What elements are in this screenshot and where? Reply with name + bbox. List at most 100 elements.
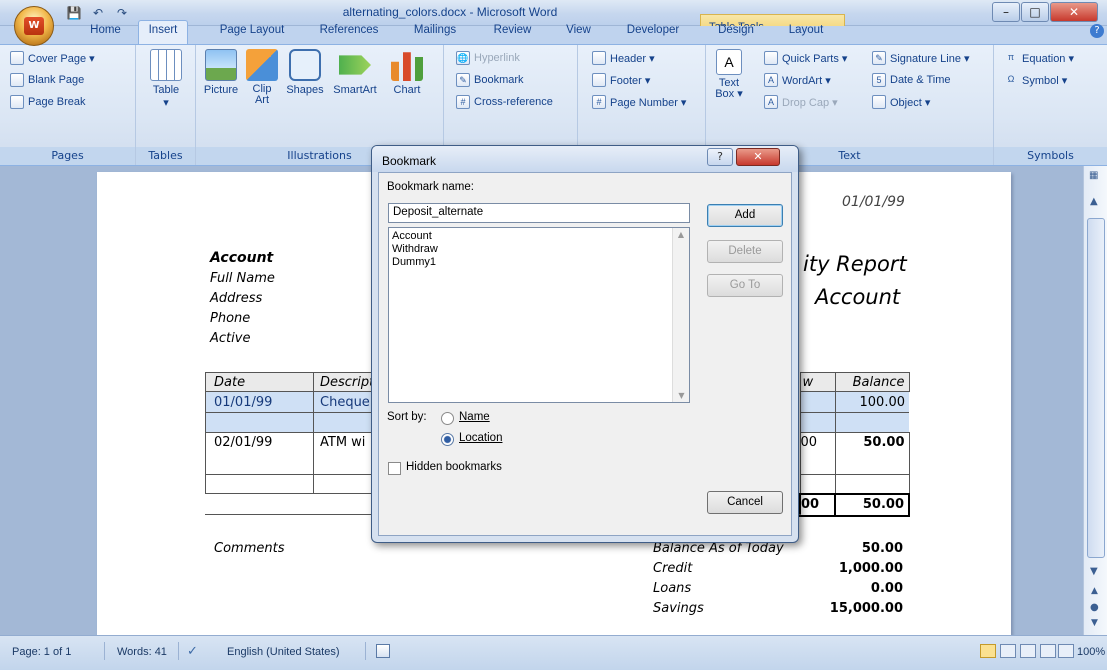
sort-name-radio[interactable] — [441, 412, 454, 425]
add-button[interactable]: Add — [707, 204, 783, 227]
clip-art-button[interactable]: Clip Art — [244, 49, 280, 106]
hyperlink-button[interactable]: 🌐 Hyperlink — [456, 51, 520, 65]
clip-art-icon — [246, 49, 278, 81]
sort-location-label[interactable]: Location — [459, 432, 502, 444]
browse-object-icon[interactable]: ● — [1090, 602, 1099, 613]
cross-reference-button[interactable]: # Cross-reference — [456, 95, 553, 109]
tab-design[interactable]: Design — [706, 21, 766, 41]
dialog-close-button[interactable]: ✕ — [736, 148, 780, 166]
wordart-icon: A — [764, 73, 778, 87]
tab-developer[interactable]: Developer — [614, 21, 692, 41]
signature-line-button[interactable]: ✎ Signature Line ▾ — [872, 51, 970, 65]
proofing-icon[interactable]: ✓ — [187, 643, 198, 659]
drop-cap-icon: A — [764, 95, 778, 109]
bookmark-list-scrollbar[interactable]: ▲ ▼ — [672, 228, 689, 402]
field-active: Active — [210, 331, 251, 346]
cancel-button[interactable]: Cancel — [707, 491, 783, 514]
equation-button[interactable]: π Equation ▾ — [1004, 51, 1074, 65]
bookmark-name-label: Bookmark name: — [387, 181, 474, 193]
smartart-icon — [339, 55, 371, 75]
summary-label-balance: Balance As of Today — [653, 541, 784, 556]
footer-button[interactable]: Footer ▾ — [592, 73, 650, 87]
cell-balance-1: 100.00 — [834, 391, 909, 413]
outline-view-icon[interactable] — [1040, 644, 1056, 658]
header-button[interactable]: Header ▾ — [592, 51, 655, 65]
wordart-button[interactable]: A WordArt ▾ — [764, 73, 831, 87]
text-box-button[interactable]: A Text Box ▾ — [710, 49, 748, 100]
scroll-up-icon[interactable]: ▲ — [1090, 196, 1098, 207]
maximize-button[interactable]: □ — [1021, 2, 1049, 22]
symbol-button[interactable]: Ω Symbol ▾ — [1004, 73, 1068, 87]
blank-page-button[interactable]: Blank Page — [10, 73, 84, 87]
scrollbar-thumb[interactable] — [1087, 218, 1105, 558]
bookmark-list-item[interactable]: Account — [392, 230, 432, 242]
vertical-scrollbar[interactable]: ▦ ▲ ▼ ▲ ● ▼ — [1083, 166, 1107, 635]
word-count[interactable]: Words: 41 — [117, 646, 167, 658]
table-button[interactable]: Table ▾ — [146, 49, 186, 109]
tab-page-layout[interactable]: Page Layout — [208, 21, 296, 41]
drop-cap-button[interactable]: A Drop Cap ▾ — [764, 95, 838, 109]
chart-button[interactable]: Chart — [386, 49, 428, 96]
close-button[interactable]: ✕ — [1050, 2, 1098, 22]
sort-name-label[interactable]: Name — [459, 411, 490, 423]
document-date: 01/01/99 — [842, 194, 905, 210]
delete-button[interactable]: Delete — [707, 240, 783, 263]
scroll-down-icon[interactable]: ▼ — [1090, 566, 1098, 577]
object-button[interactable]: Object ▾ — [872, 95, 930, 109]
tab-layout[interactable]: Layout — [776, 21, 836, 41]
text-box-icon: A — [716, 49, 742, 75]
tab-home[interactable]: Home — [78, 21, 133, 41]
tab-insert[interactable]: Insert — [138, 20, 188, 45]
word-logo-icon: W — [24, 17, 44, 35]
tab-view[interactable]: View — [556, 21, 601, 41]
smartart-button[interactable]: SmartArt — [328, 49, 382, 96]
web-layout-view-icon[interactable] — [1020, 644, 1036, 658]
picture-button[interactable]: Picture — [200, 49, 242, 96]
zoom-level[interactable]: 100% — [1077, 646, 1105, 658]
hidden-bookmarks-label[interactable]: Hidden bookmarks — [406, 461, 502, 473]
group-label-tables: Tables — [136, 147, 195, 165]
page-number-button[interactable]: # Page Number ▾ — [592, 95, 686, 109]
chart-icon — [391, 52, 423, 81]
office-button[interactable]: W — [14, 6, 54, 46]
page-count[interactable]: Page: 1 of 1 — [12, 646, 71, 658]
go-to-button[interactable]: Go To — [707, 274, 783, 297]
ruler-toggle-icon[interactable]: ▦ — [1089, 170, 1098, 181]
page-break-button[interactable]: Page Break — [10, 95, 85, 109]
comments-label: Comments — [214, 541, 285, 556]
report-title: ity Report — [803, 252, 907, 276]
tab-mailings[interactable]: Mailings — [400, 21, 470, 41]
header-withdraw: w — [799, 372, 836, 392]
date-time-button[interactable]: 5 Date & Time — [872, 73, 951, 87]
dialog-help-button[interactable]: ? — [707, 148, 733, 166]
signature-line-icon: ✎ — [872, 51, 886, 65]
sort-location-radio[interactable] — [441, 433, 454, 446]
macro-recording-icon[interactable] — [376, 644, 390, 658]
previous-page-icon[interactable]: ▲ — [1091, 586, 1098, 596]
quick-parts-icon — [764, 51, 778, 65]
draft-view-icon[interactable] — [1058, 644, 1074, 658]
bookmark-button[interactable]: ✎ Bookmark — [456, 73, 524, 87]
minimize-button[interactable]: – — [992, 2, 1020, 22]
quick-parts-button[interactable]: Quick Parts ▾ — [764, 51, 847, 65]
bookmark-list-item[interactable]: Withdraw — [392, 243, 438, 255]
next-page-icon[interactable]: ▼ — [1091, 618, 1098, 628]
bookmark-list[interactable]: Account Withdraw Dummy1 ▲ ▼ — [388, 227, 690, 403]
bookmark-dialog: Bookmark ? ✕ Bookmark name: Deposit_alte… — [371, 145, 799, 543]
list-scroll-up-icon[interactable]: ▲ — [673, 230, 689, 239]
bookmark-list-item[interactable]: Dummy1 — [392, 256, 436, 268]
list-scroll-down-icon[interactable]: ▼ — [673, 391, 690, 400]
full-screen-reading-view-icon[interactable] — [1000, 644, 1016, 658]
group-symbols: π Equation ▾ Ω Symbol ▾ Symbols — [994, 45, 1107, 165]
dialog-titlebar[interactable]: Bookmark ? ✕ — [372, 146, 798, 172]
tab-review[interactable]: Review — [480, 21, 545, 41]
group-label-pages: Pages — [0, 147, 135, 165]
help-icon[interactable]: ? — [1090, 24, 1104, 38]
shapes-button[interactable]: Shapes — [284, 49, 326, 96]
hidden-bookmarks-checkbox[interactable] — [388, 462, 401, 475]
print-layout-view-icon[interactable] — [980, 644, 996, 658]
tab-references[interactable]: References — [305, 21, 393, 41]
bookmark-name-input[interactable]: Deposit_alternate — [388, 203, 690, 223]
language[interactable]: English (United States) — [227, 646, 340, 658]
cover-page-button[interactable]: Cover Page ▾ — [10, 51, 95, 65]
